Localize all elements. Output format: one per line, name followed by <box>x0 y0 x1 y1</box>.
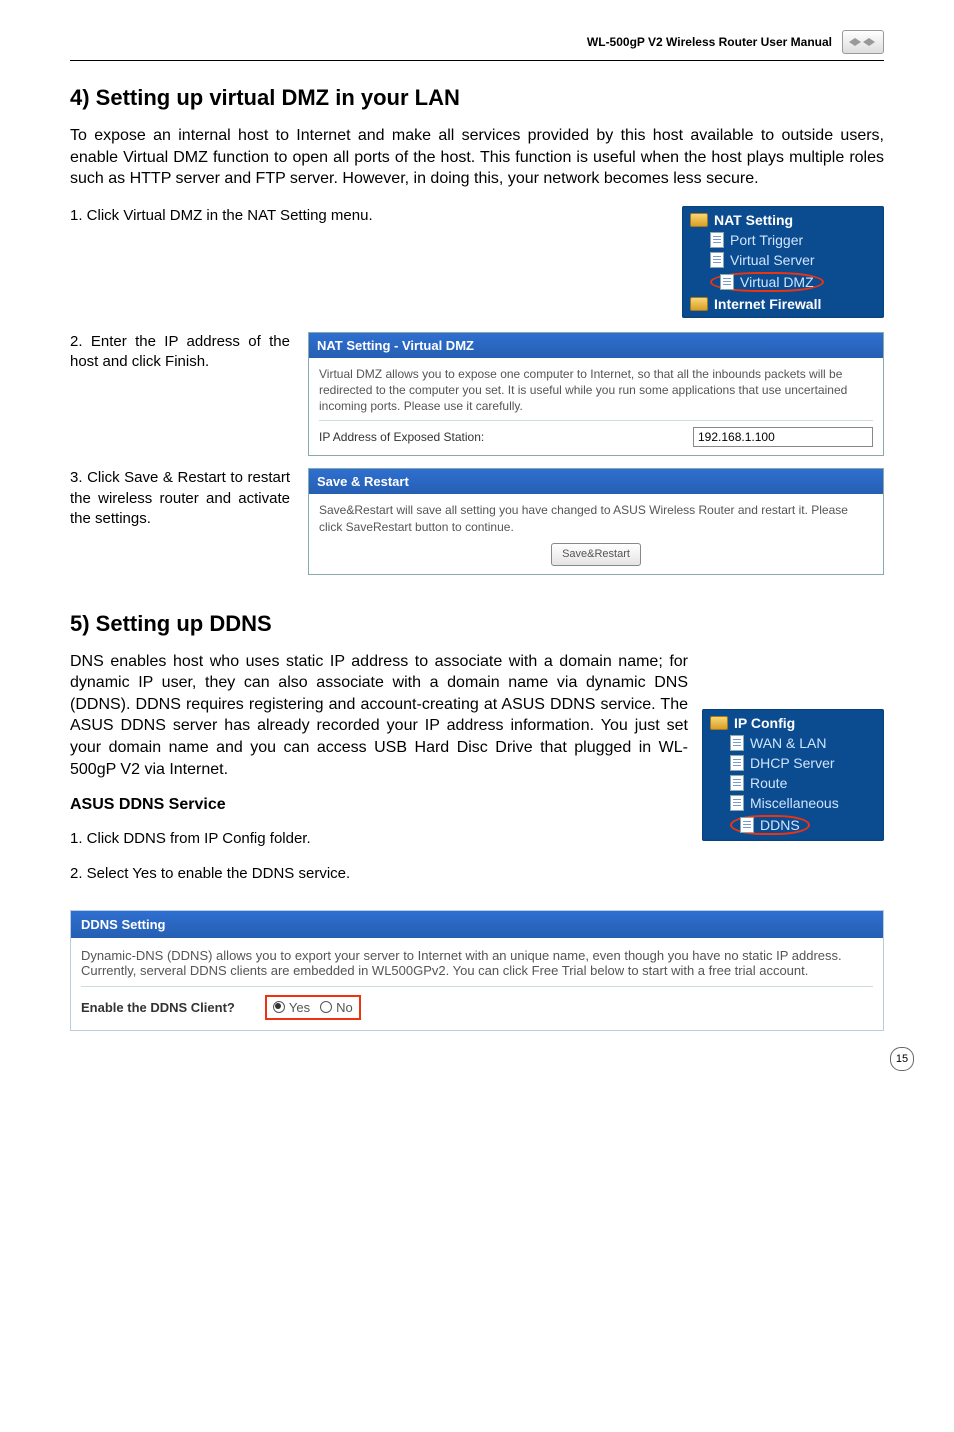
ddns-panel-desc: Dynamic-DNS (DDNS) allows you to export … <box>81 948 873 978</box>
nav-folder-nat[interactable]: NAT Setting <box>686 210 876 230</box>
dmz-panel-title: NAT Setting - Virtual DMZ <box>309 333 883 358</box>
nav-item-ddns[interactable]: DDNS <box>706 813 876 837</box>
section-2-intro: DNS enables host who uses static IP addr… <box>70 651 688 781</box>
ddns-step-2: 2. Select Yes to enable the DDNS service… <box>70 864 688 884</box>
step-1: 1. Click Virtual DMZ in the NAT Setting … <box>70 206 668 226</box>
step-2: 2. Enter the IP address of the host and … <box>70 332 290 469</box>
step-3: 3. Click Save & Restart to restart the w… <box>70 468 290 586</box>
asus-ddns-heading: ASUS DDNS Service <box>70 796 688 814</box>
folder-icon <box>690 297 708 311</box>
nav-folder-firewall[interactable]: Internet Firewall <box>686 294 876 314</box>
section-1-title: 4) Setting up virtual DMZ in your LAN <box>70 85 884 111</box>
ddns-panel-title: DDNS Setting <box>71 911 883 938</box>
save-panel-desc: Save&Restart will save all setting you h… <box>319 502 873 534</box>
doc-icon <box>730 795 744 811</box>
ddns-step-1: 1. Click DDNS from IP Config folder. <box>70 829 688 849</box>
nav-item-misc[interactable]: Miscellaneous <box>706 793 876 813</box>
dmz-panel-desc: Virtual DMZ allows you to expose one com… <box>319 366 873 415</box>
doc-icon <box>730 735 744 751</box>
radio-no[interactable]: No <box>320 1000 353 1015</box>
save-panel-title: Save & Restart <box>309 469 883 494</box>
brand-logo <box>842 30 884 54</box>
nav-item-virtual-server[interactable]: Virtual Server <box>686 250 876 270</box>
highlight-oval: Virtual DMZ <box>710 272 824 292</box>
nav-item-route[interactable]: Route <box>706 773 876 793</box>
ipconfig-nav-panel: IP Config WAN & LAN DHCP Server Route Mi… <box>702 709 884 841</box>
dmz-ip-label: IP Address of Exposed Station: <box>319 429 693 445</box>
page-header: WL-500gP V2 Wireless Router User Manual <box>70 30 884 61</box>
enable-ddns-label: Enable the DDNS Client? <box>81 1000 235 1015</box>
page-number: 15 <box>890 1047 914 1071</box>
save-panel: Save & Restart Save&Restart will save al… <box>308 468 884 574</box>
highlight-oval: DDNS <box>730 815 810 835</box>
nav-item-virtual-dmz[interactable]: Virtual DMZ <box>686 270 876 294</box>
save-restart-button[interactable]: Save&Restart <box>551 543 641 566</box>
radio-icon <box>320 1001 332 1013</box>
dmz-panel: NAT Setting - Virtual DMZ Virtual DMZ al… <box>308 332 884 457</box>
nav-item-wan-lan[interactable]: WAN & LAN <box>706 733 876 753</box>
radio-icon <box>273 1001 285 1013</box>
nav-item-dhcp[interactable]: DHCP Server <box>706 753 876 773</box>
doc-icon <box>740 817 754 833</box>
radio-yes[interactable]: Yes <box>273 1000 310 1015</box>
header-title: WL-500gP V2 Wireless Router User Manual <box>587 35 832 49</box>
dmz-ip-input[interactable] <box>693 427 873 447</box>
ddns-setting-panel: DDNS Setting Dynamic-DNS (DDNS) allows y… <box>70 910 884 1031</box>
nav-item-port-trigger[interactable]: Port Trigger <box>686 230 876 250</box>
nav-folder-ipconfig[interactable]: IP Config <box>706 713 876 733</box>
section-1-intro: To expose an internal host to Internet a… <box>70 125 884 190</box>
doc-icon <box>720 274 734 290</box>
nat-nav-panel: NAT Setting Port Trigger Virtual Server … <box>682 206 884 318</box>
enable-ddns-radio-group: Yes No <box>265 995 361 1020</box>
doc-icon <box>710 232 724 248</box>
section-2-title: 5) Setting up DDNS <box>70 611 884 637</box>
folder-icon <box>710 716 728 730</box>
doc-icon <box>730 755 744 771</box>
doc-icon <box>730 775 744 791</box>
doc-icon <box>710 252 724 268</box>
folder-icon <box>690 213 708 227</box>
